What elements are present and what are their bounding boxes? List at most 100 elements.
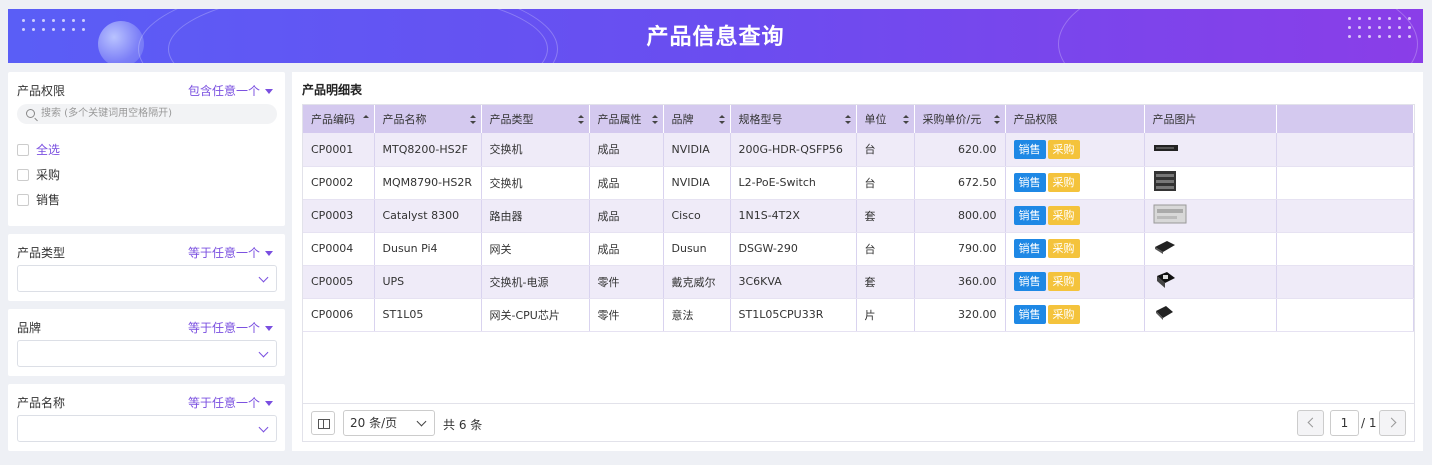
purchase-tag: 采购 [1047, 206, 1080, 225]
sort-icon[interactable] [993, 115, 1000, 124]
cell-blank [1276, 166, 1414, 200]
cell-attr: 成品 [589, 166, 664, 200]
router-image[interactable] [1153, 203, 1187, 228]
switch-rack-image[interactable] [1153, 170, 1177, 195]
sort-icon[interactable] [469, 115, 476, 124]
filter-mode-dropdown[interactable]: 等于任意一个 [188, 394, 273, 411]
column-header-permission: 产品权限 [1005, 105, 1145, 133]
filter-label: 产品类型 [17, 246, 66, 260]
cell-type: 网关-CPU芯片 [481, 298, 590, 332]
cell-unit: 台 [856, 232, 915, 266]
table-row[interactable]: CP0004 Dusun Pi4 网关 成品 Dusun DSGW-290 台 790.00 销… [303, 232, 1414, 266]
cell-price: 620.00 [914, 133, 1006, 167]
sort-icon[interactable] [844, 115, 851, 124]
checkbox-purchase[interactable]: 采购 [17, 166, 60, 183]
sort-icon[interactable] [902, 115, 909, 124]
checkbox-icon[interactable] [17, 193, 29, 206]
cell-image[interactable] [1144, 298, 1277, 332]
chip-image[interactable] [1153, 304, 1175, 325]
filter-search-input[interactable]: 搜索 (多个关键词用空格隔开) [17, 104, 277, 124]
checkbox-sales[interactable]: 销售 [17, 191, 60, 208]
cell-type: 交换机 [481, 133, 590, 167]
page-number-input[interactable]: 1 [1330, 410, 1359, 436]
switch-1u-image[interactable] [1153, 143, 1179, 156]
checkbox-icon[interactable] [17, 168, 29, 181]
cell-permission: 销售 采购 [1005, 199, 1145, 233]
next-page-button[interactable] [1379, 410, 1406, 436]
column-header-unit[interactable]: 单位 [856, 105, 915, 133]
chevron-down-icon [258, 272, 269, 283]
cell-unit: 片 [856, 298, 915, 332]
cell-price: 672.50 [914, 166, 1006, 200]
table-row[interactable]: CP0005 UPS 交换机-电源 零件 戴克威尔 3C6KVA 套 360.00 销售 采购 [303, 265, 1414, 299]
filter-mode-dropdown[interactable]: 包含任意一个 [188, 82, 273, 99]
name-select[interactable] [17, 415, 277, 442]
cell-code: CP0005 [303, 265, 375, 299]
cell-type: 交换机 [481, 166, 590, 200]
cell-spec: 3C6KVA [730, 265, 857, 299]
gateway-image[interactable] [1153, 239, 1177, 258]
purchase-tag: 采购 [1047, 173, 1080, 192]
cell-unit: 台 [856, 133, 915, 167]
page-size-select[interactable]: 20 条/页 [343, 410, 435, 436]
column-header-code[interactable]: 产品编码 [303, 105, 375, 133]
cell-name: UPS [374, 265, 482, 299]
cell-spec: 200G-HDR-QSFP56 [730, 133, 857, 167]
filter-mode-dropdown[interactable]: 等于任意一个 [188, 319, 273, 336]
cell-attr: 零件 [589, 265, 664, 299]
table-row[interactable]: CP0001 MTQ8200-HS2F 交换机 成品 NVIDIA 200G-HDR-QS… [303, 133, 1414, 167]
table-row[interactable]: CP0006 ST1L05 网关-CPU芯片 零件 意法 ST1L05CPU33R 片 320… [303, 298, 1414, 332]
table-row[interactable]: CP0003 Catalyst 8300 路由器 成品 Cisco 1N1S-4T2X 套 8… [303, 199, 1414, 233]
cell-image[interactable] [1144, 232, 1277, 266]
page-title: 产品信息查询 [646, 25, 785, 50]
filter-permission-panel: 产品权限 包含任意一个 搜索 (多个关键词用空格隔开) 全选 采购 销售 [8, 72, 285, 226]
brand-select[interactable] [17, 340, 277, 367]
filter-mode-dropdown[interactable]: 等于任意一个 [188, 244, 273, 261]
cell-price: 320.00 [914, 298, 1006, 332]
column-header-spec[interactable]: 规格型号 [730, 105, 857, 133]
purchase-tag: 采购 [1047, 272, 1080, 291]
type-select[interactable] [17, 265, 277, 292]
product-table: 产品编码 产品名称 产品类型 产品属性 品牌 规格型号 单位 采购单价/元 产品… [302, 104, 1415, 442]
pagination-bar: 20 条/页 共 6 条 1 / 1 [303, 403, 1414, 441]
column-header-image: 产品图片 [1144, 105, 1277, 133]
sort-icon[interactable] [718, 115, 725, 124]
cell-permission: 销售 采购 [1005, 166, 1145, 200]
purchase-tag: 采购 [1047, 239, 1080, 258]
cell-image[interactable] [1144, 166, 1277, 200]
cell-blank [1276, 232, 1414, 266]
chevron-down-icon [258, 422, 269, 433]
column-header-type[interactable]: 产品类型 [481, 105, 590, 133]
column-header-name[interactable]: 产品名称 [374, 105, 482, 133]
cell-attr: 成品 [589, 133, 664, 167]
sort-icon[interactable] [577, 115, 584, 124]
cell-unit: 套 [856, 199, 915, 233]
cell-image[interactable] [1144, 199, 1277, 233]
cell-price: 790.00 [914, 232, 1006, 266]
ups-image[interactable] [1153, 270, 1177, 293]
sort-icon[interactable] [651, 115, 658, 124]
cell-image[interactable] [1144, 133, 1277, 167]
checkbox-label: 全选 [36, 143, 61, 157]
column-header-attr[interactable]: 产品属性 [589, 105, 664, 133]
sale-tag: 销售 [1013, 239, 1046, 258]
table-row[interactable]: CP0002 MQM8790-HS2R 交换机 成品 NVIDIA L2-PoE-Swit… [303, 166, 1414, 200]
column-settings-button[interactable] [311, 411, 335, 435]
prev-page-button[interactable] [1297, 410, 1324, 436]
cell-image[interactable] [1144, 265, 1277, 299]
cell-unit: 台 [856, 166, 915, 200]
column-header-brand[interactable]: 品牌 [663, 105, 731, 133]
checkbox-icon[interactable] [17, 143, 29, 156]
cell-permission: 销售 采购 [1005, 232, 1145, 266]
checkbox-select-all[interactable]: 全选 [17, 141, 60, 158]
sort-asc-icon[interactable] [362, 115, 369, 124]
cell-attr: 零件 [589, 298, 664, 332]
column-header-price[interactable]: 采购单价/元 [914, 105, 1006, 133]
cell-code: CP0001 [303, 133, 375, 167]
search-placeholder: 搜索 (多个关键词用空格隔开) [41, 108, 172, 119]
filter-brand-panel: 品牌 等于任意一个 [8, 309, 285, 376]
cell-attr: 成品 [589, 232, 664, 266]
cell-type: 路由器 [481, 199, 590, 233]
checkbox-label: 销售 [36, 193, 61, 207]
cell-spec: 1N1S-4T2X [730, 199, 857, 233]
